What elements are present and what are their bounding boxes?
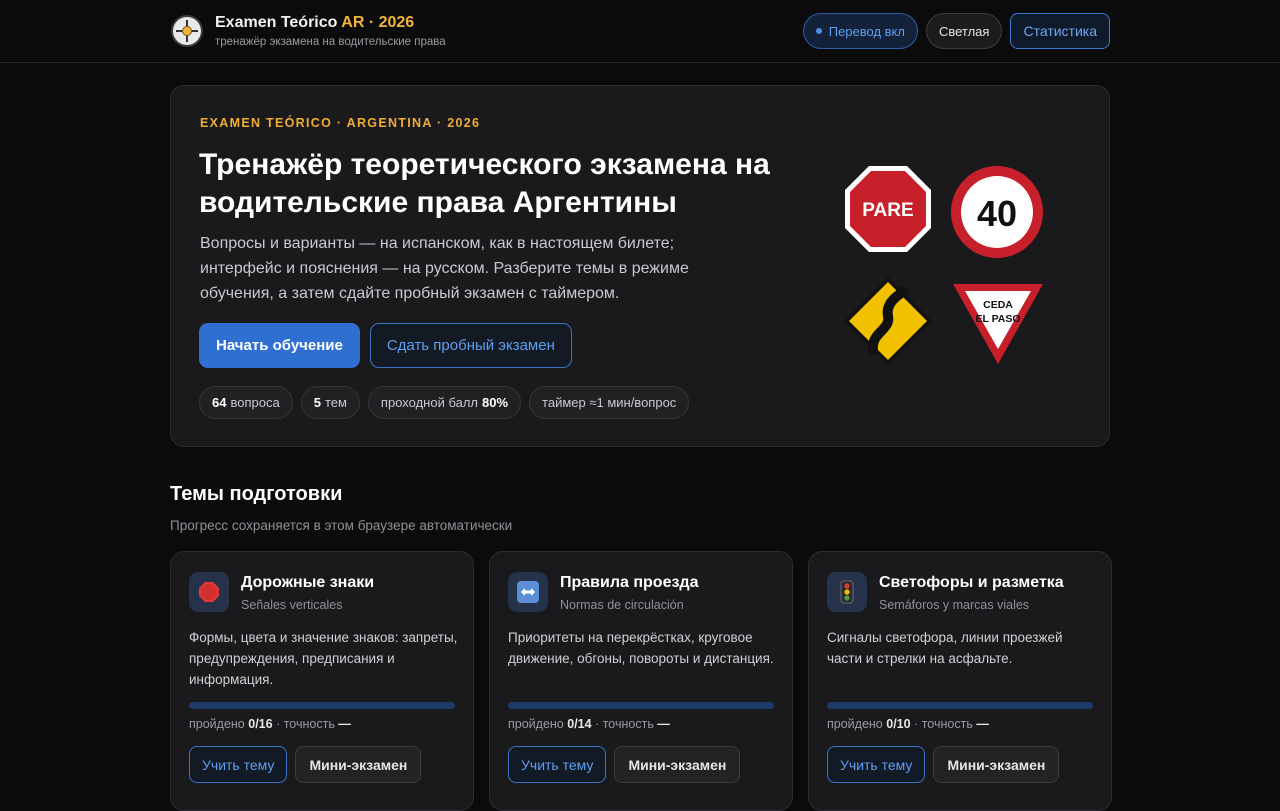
topic-card-icon (827, 572, 867, 612)
passed-label: пройдено (189, 717, 245, 731)
road-signs-illustration: PARE 40 CEDA EL PASO (843, 164, 1053, 374)
translate-toggle-button[interactable]: Перевод вкл (802, 13, 918, 49)
timer-label: таймер ≈1 мин/вопрос (542, 395, 677, 410)
stop-sign-text: PARE (862, 200, 913, 221)
topics-count: 5 (313, 395, 321, 410)
accuracy-label: · точность (914, 717, 973, 731)
learn-topic-button[interactable]: Учить тему (827, 746, 926, 783)
theme-toggle-button[interactable]: Светлая (925, 13, 1003, 49)
mini-exam-button[interactable]: Мини-экзамен (295, 746, 422, 783)
questions-count-chip: 64 вопроса (199, 386, 293, 419)
topic-subtitle: Semáforos y marcas viales (879, 598, 1030, 612)
topic-subtitle: Normas de circulación (560, 598, 684, 612)
passing-score-chip: проходной балл 80% (367, 386, 522, 419)
topic-description: Приоритеты на перекрёстках, круговое дви… (508, 630, 774, 666)
topic-progress-bar (827, 702, 1093, 709)
brand[interactable]: Examen Teórico AR · 2026 тренажёр экзаме… (171, 14, 446, 48)
accuracy-label: · точность (276, 717, 335, 731)
topic-subtitle: Señales verticales (241, 598, 343, 612)
passing-score-value: 80% (482, 395, 509, 410)
topics-count-chip: 5 тем (300, 386, 360, 419)
accuracy-value: — (657, 717, 670, 731)
translate-toggle-label: Перевод вкл (828, 23, 905, 39)
learn-topic-button[interactable]: Учить тему (189, 746, 288, 783)
steering-wheel-logo-icon (171, 15, 203, 47)
hero-title: Тренажёр теоретического экзамена на води… (199, 148, 770, 219)
topics-section-title: Темы подготовки (170, 483, 343, 505)
yield-sign-text-top: CEDA (983, 299, 1013, 311)
speed-limit-sign-icon: 40 (951, 166, 1043, 258)
hero-eyebrow: EXAMEN TEÓRICO · ARGENTINA · 2026 (200, 116, 481, 130)
statistics-button[interactable]: Статистика (1010, 13, 1110, 49)
topic-cards: Дорожные знаки Señales verticales Формы,… (170, 551, 1112, 811)
topic-progress-meta: пройдено 0/16 · точность — (189, 717, 351, 731)
speed-limit-text: 40 (977, 193, 1017, 234)
questions-count-label: вопроса (230, 395, 280, 410)
topic-progress-bar (189, 702, 455, 709)
questions-count: 64 (212, 395, 227, 410)
passed-count: 0/10 (886, 717, 911, 731)
timer-chip: таймер ≈1 мин/вопрос (529, 386, 690, 419)
topic-title: Дорожные знаки (241, 574, 375, 591)
topic-description: Формы, цвета и значение знаков: запреты,… (189, 630, 458, 687)
topic-card-icon (508, 572, 548, 612)
accuracy-value: — (976, 717, 989, 731)
passed-count: 0/16 (248, 717, 273, 731)
passed-label: пройдено (827, 717, 883, 731)
passed-label: пройдено (508, 717, 564, 731)
hero-description: Вопросы и варианты — на испанском, как в… (200, 235, 689, 302)
topic-progress-bar (508, 702, 774, 709)
stop-sign-icon: PARE (845, 166, 931, 252)
passing-score-label: проходной балл (380, 395, 478, 410)
yield-sign-text-bottom: EL PASO (975, 313, 1020, 325)
hero-actions: Начать обучение Сдать пробный экзамен (199, 323, 572, 368)
status-dot-icon (815, 28, 822, 34)
curve-warning-sign-icon (844, 277, 932, 365)
passed-count: 0/14 (567, 717, 592, 731)
yield-sign-icon: CEDA EL PASO (953, 284, 1043, 364)
header-actions: Перевод вкл Светлая Статистика (802, 13, 1110, 49)
learn-topic-button[interactable]: Учить тему (508, 746, 607, 783)
top-bar: Examen Teórico AR · 2026 тренажёр экзаме… (0, 0, 1280, 63)
topic-card-traffic-rules: Правила проезда Normas de circulación Пр… (489, 551, 793, 811)
topic-title: Правила проезда (560, 574, 699, 591)
topics-count-label: тем (324, 395, 347, 410)
brand-text: Examen Teórico AR · 2026 тренажёр экзаме… (215, 14, 446, 48)
topic-actions: Учить тему Мини-экзамен (189, 746, 422, 783)
left-right-arrow-icon (517, 581, 539, 603)
mini-exam-button[interactable]: Мини-экзамен (614, 746, 741, 783)
app-title-accent: AR · 2026 (341, 14, 415, 31)
start-learning-button[interactable]: Начать обучение (199, 323, 360, 368)
practice-exam-button[interactable]: Сдать пробный экзамен (369, 323, 572, 368)
mini-exam-button[interactable]: Мини-экзамен (933, 746, 1060, 783)
topic-card-icon (189, 572, 229, 612)
topic-description: Сигналы светофора, линии проезжей части … (827, 630, 1063, 666)
topic-progress-meta: пройдено 0/10 · точность — (827, 717, 989, 731)
topic-card-road-signs: Дорожные знаки Señales verticales Формы,… (170, 551, 474, 811)
topics-section-subtitle: Прогресс сохраняется в этом браузере авт… (170, 518, 513, 533)
topic-progress-meta: пройдено 0/14 · точность — (508, 717, 670, 731)
app-title-main: Examen Teórico (215, 14, 338, 31)
stop-sign-icon (199, 582, 219, 602)
traffic-light-icon (840, 580, 854, 604)
topic-actions: Учить тему Мини-экзамен (827, 746, 1060, 783)
hero-stats-chips: 64 вопроса 5 тем проходной балл 80% тайм… (199, 386, 690, 419)
accuracy-value: — (338, 717, 351, 731)
accuracy-label: · точность (595, 717, 654, 731)
hero-card: EXAMEN TEÓRICO · ARGENTINA · 2026 Тренаж… (170, 85, 1110, 447)
app-title: Examen Teórico AR · 2026 (215, 14, 446, 32)
topic-title: Светофоры и разметка (879, 574, 1064, 591)
topic-card-traffic-lights: Светофоры и разметка Semáforos y marcas … (808, 551, 1112, 811)
topic-actions: Учить тему Мини-экзамен (508, 746, 741, 783)
app-subtitle: тренажёр экзамена на водительские права (215, 36, 446, 48)
